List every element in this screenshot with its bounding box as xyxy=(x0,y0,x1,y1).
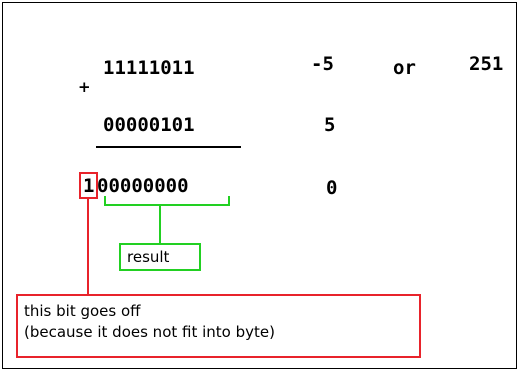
result-label: result xyxy=(127,248,170,266)
result-bracket-right xyxy=(228,196,230,206)
second-operand-binary: 00000101 xyxy=(103,114,195,136)
result-bracket-bottom xyxy=(104,204,230,206)
carry-note-line1: this bit goes off xyxy=(24,302,141,320)
plus-operator: + xyxy=(78,78,91,96)
or-word: or xyxy=(393,57,416,79)
binary-addition-diagram: 11111011 -5 or 251 + 00000101 5 1 000000… xyxy=(0,0,519,371)
result-label-box: result xyxy=(119,243,201,271)
carry-bit: 1 xyxy=(83,175,95,197)
carry-note-box: this bit goes off (because it does not f… xyxy=(16,294,421,358)
sum-signed: 0 xyxy=(326,177,338,199)
sum-binary: 00000000 xyxy=(97,175,189,197)
result-bracket-left xyxy=(104,196,106,206)
sum-rule xyxy=(96,146,241,148)
first-operand-signed: -5 xyxy=(311,53,334,75)
first-operand-unsigned: 251 xyxy=(469,53,504,75)
second-operand-signed: 5 xyxy=(324,114,336,136)
first-operand-binary: 11111011 xyxy=(103,57,195,79)
result-connector xyxy=(159,205,161,243)
carry-note-line2: (because it does not fit into byte) xyxy=(24,323,275,341)
carry-connector xyxy=(87,199,89,294)
